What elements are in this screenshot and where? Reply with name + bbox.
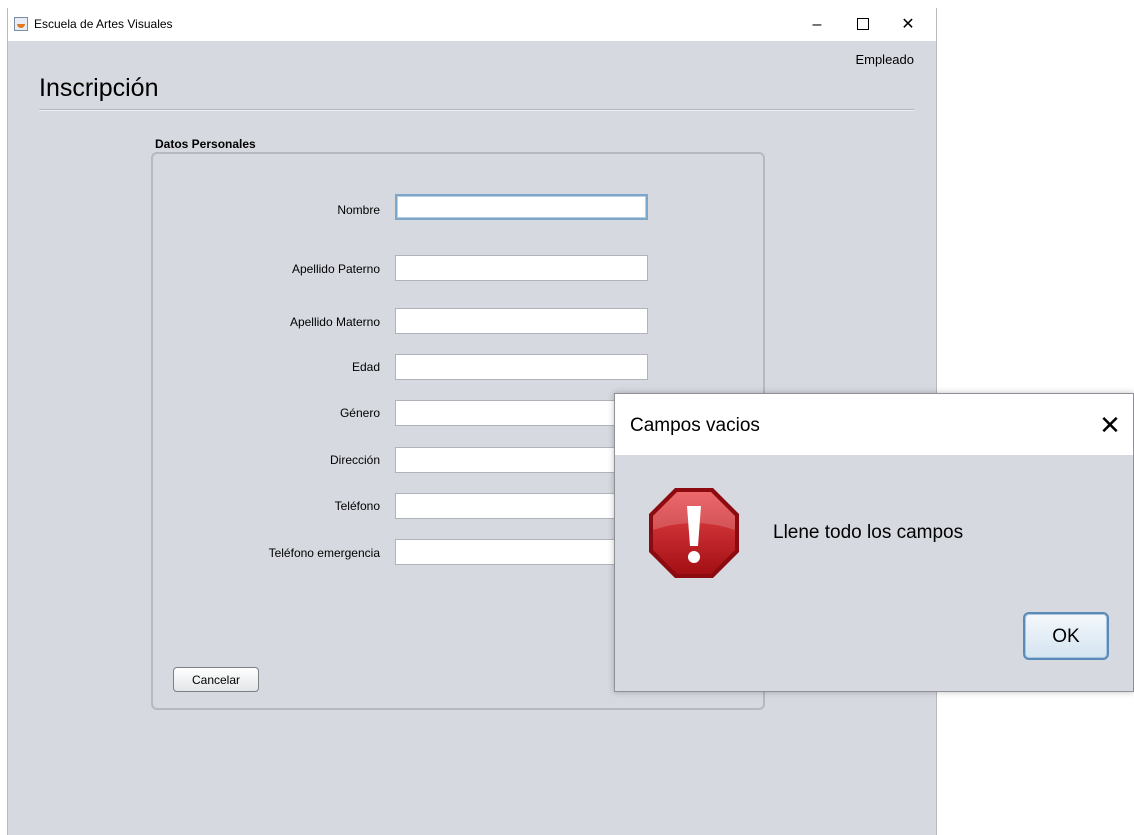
label-telefono-emergencia: Teléfono emergencia (268, 546, 380, 560)
window-title: Escuela de Artes Visuales (34, 17, 173, 31)
close-button[interactable]: ✕ (885, 8, 931, 41)
page-title: Inscripción (39, 74, 159, 102)
telefono-input[interactable] (395, 493, 648, 519)
dialog-message: Llene todo los campos (773, 522, 964, 543)
label-genero: Género (339, 406, 380, 420)
cancel-button[interactable]: Cancelar (173, 667, 259, 692)
error-icon (649, 488, 739, 578)
direccion-input[interactable] (395, 447, 648, 473)
genero-input[interactable] (395, 400, 648, 426)
edad-input[interactable] (395, 354, 648, 380)
maximize-button[interactable] (840, 8, 886, 41)
user-role-label: Empleado (855, 52, 914, 67)
dialog-close-button[interactable]: ✕ (1093, 408, 1127, 442)
section-label-personal-data: Datos Personales (155, 137, 256, 151)
label-edad: Edad (351, 360, 380, 374)
java-app-icon (14, 17, 28, 31)
title-divider (39, 109, 914, 111)
dialog-title: Campos vacios (630, 415, 760, 436)
error-dialog: Campos vacios ✕ Llene todo los campos OK (614, 393, 1134, 692)
title-bar: Escuela de Artes Visuales – ✕ (8, 8, 936, 41)
maximize-icon (857, 17, 869, 30)
ok-button[interactable]: OK (1023, 612, 1109, 660)
label-nombre: Nombre (337, 203, 380, 217)
dialog-title-bar: Campos vacios ✕ (615, 394, 1133, 455)
telefono-emergencia-input[interactable] (395, 539, 648, 565)
label-apellido-materno: Apellido Materno (289, 315, 380, 329)
apellido-materno-input[interactable] (395, 308, 648, 334)
label-apellido-paterno: Apellido Paterno (291, 262, 380, 276)
minimize-button[interactable]: – (794, 8, 840, 41)
nombre-input[interactable] (395, 194, 648, 220)
label-direccion: Dirección (329, 453, 380, 467)
label-telefono: Teléfono (334, 499, 380, 513)
apellido-paterno-input[interactable] (395, 255, 648, 281)
